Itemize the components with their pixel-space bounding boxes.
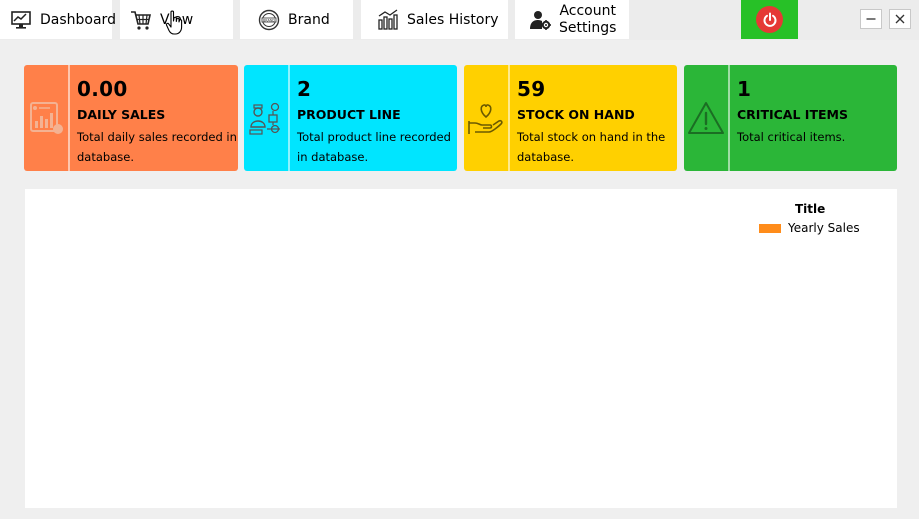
tab-dashboard-label: Dashboard	[40, 11, 116, 28]
chart-icon	[24, 65, 68, 171]
card-title: CRITICAL ITEMS	[737, 107, 848, 122]
brand-icon: BRAND	[258, 9, 280, 31]
tab-account-settings-line2: Settings	[559, 19, 617, 36]
close-button[interactable]	[889, 9, 911, 29]
tab-account-settings-line1: Account	[559, 2, 616, 19]
card-divider	[68, 65, 70, 171]
card-divider	[288, 65, 290, 171]
card-critical-items: 1 CRITICAL ITEMS Total critical items.	[684, 65, 897, 171]
tab-view-label: View	[160, 11, 194, 28]
product-line-icon	[244, 65, 288, 171]
warning-icon	[684, 65, 728, 171]
card-title: STOCK ON HAND	[517, 107, 635, 122]
tab-sales-history[interactable]: Sales History	[361, 0, 508, 39]
card-description: Total product line recorded in database.	[297, 130, 451, 164]
tab-account-settings-label: Account Settings	[559, 3, 616, 37]
card-description: Total stock on hand in the database.	[517, 130, 666, 164]
cart-icon	[130, 9, 152, 31]
tab-brand[interactable]: BRAND Brand	[240, 0, 353, 39]
svg-text:BRAND: BRAND	[263, 18, 275, 22]
card-title: PRODUCT LINE	[297, 107, 401, 122]
card-value: 0.00	[77, 77, 128, 101]
close-icon	[895, 14, 905, 24]
card-value: 1	[737, 77, 752, 101]
tab-sales-history-label: Sales History	[407, 11, 499, 28]
top-nav-bar: Dashboard View BRAND Brand Sales History…	[0, 0, 919, 40]
card-product-line: 2 PRODUCT LINE Total product line record…	[244, 65, 457, 171]
card-description: Total critical items.	[737, 130, 846, 144]
dashboard-icon	[10, 9, 32, 31]
minimize-button[interactable]	[860, 9, 882, 29]
legend-swatch	[759, 223, 781, 233]
minimize-icon	[866, 18, 876, 20]
power-icon	[756, 6, 783, 33]
card-title: DAILY SALES	[77, 107, 166, 122]
legend-item: Yearly Sales	[759, 221, 860, 235]
account-settings-icon	[529, 9, 551, 31]
tab-view[interactable]: View	[120, 0, 233, 39]
card-divider	[728, 65, 730, 171]
card-value: 59	[517, 77, 546, 101]
tab-account-settings[interactable]: Account Settings	[515, 0, 629, 39]
card-value: 2	[297, 77, 312, 101]
tab-brand-label: Brand	[288, 11, 330, 28]
tab-dashboard[interactable]: Dashboard	[0, 0, 116, 39]
hand-heart-icon	[464, 65, 508, 171]
card-stock-on-hand: 59 STOCK ON HAND Total stock on hand in …	[464, 65, 677, 171]
card-daily-sales: 0.00 DAILY SALES Total daily sales recor…	[24, 65, 238, 171]
card-divider	[508, 65, 510, 171]
legend-label: Yearly Sales	[788, 221, 860, 235]
power-button[interactable]	[741, 0, 798, 39]
legend-title: Title	[795, 202, 826, 216]
card-description: Total daily sales recorded in database.	[77, 130, 237, 164]
yearly-sales-chart: Title Yearly Sales	[25, 189, 897, 508]
sales-history-icon	[377, 8, 399, 31]
